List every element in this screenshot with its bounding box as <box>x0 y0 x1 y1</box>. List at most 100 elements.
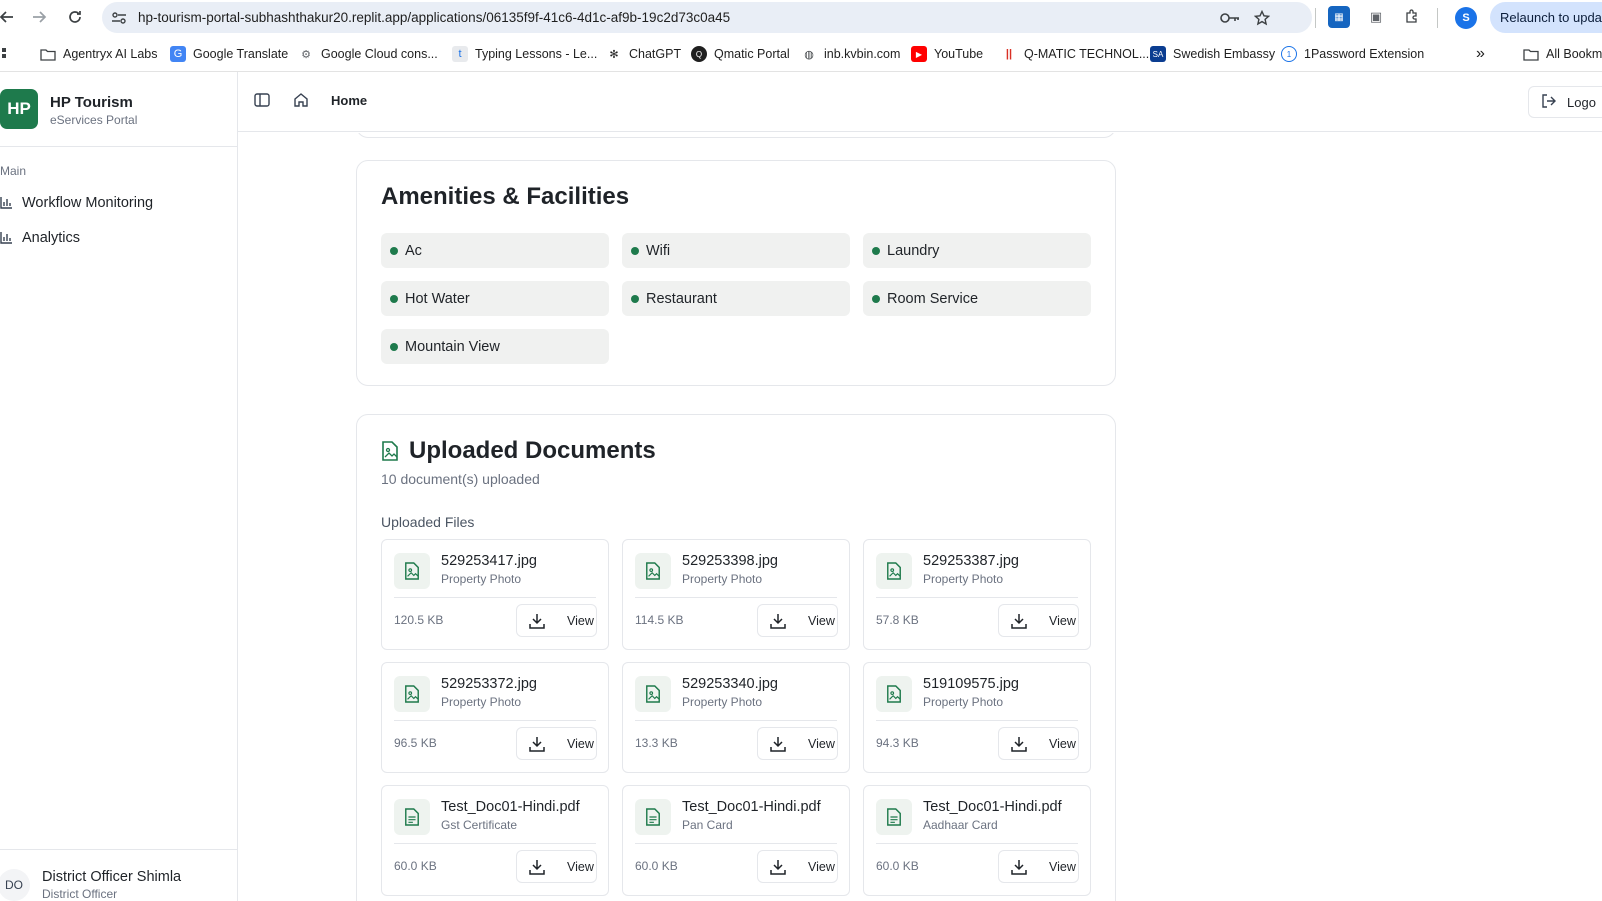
sidebar-section-label: Main <box>0 164 27 178</box>
file-card: 529253417.jpg Property Photo 120.5 KB View <box>381 539 609 650</box>
logout-icon <box>1541 93 1557 112</box>
previous-card <box>356 133 1116 138</box>
all-bookmarks-button[interactable]: All Bookm <box>1523 45 1602 63</box>
app-header: Home Logo <box>238 72 1602 132</box>
bullet-dot <box>631 295 639 303</box>
file-size: 60.0 KB <box>635 859 678 873</box>
bookmark-google-cloud[interactable]: ⚙ Google Cloud cons... <box>298 45 438 63</box>
logout-button[interactable]: Logo <box>1528 86 1602 118</box>
extension-screen-icon[interactable]: ▣ <box>1365 6 1387 28</box>
file-size: 57.8 KB <box>876 613 919 627</box>
amenities-title: Amenities & Facilities <box>381 183 630 210</box>
main-content: Amenities & Facilities Ac Wifi Laundry H… <box>238 133 1602 901</box>
uploaded-files-label: Uploaded Files <box>381 514 475 530</box>
bookmark-1password[interactable]: 1 1Password Extension <box>1281 45 1424 63</box>
view-button[interactable]: View <box>516 727 597 760</box>
bullet-dot <box>872 295 880 303</box>
document-file-icon <box>635 799 671 835</box>
file-name: 529253387.jpg <box>923 553 1019 569</box>
bookmark-youtube[interactable]: ▶ YouTube <box>911 45 983 63</box>
view-button[interactable]: View <box>998 727 1079 760</box>
profile-avatar[interactable]: S <box>1455 7 1477 29</box>
extension-cart-icon[interactable]: ▦ <box>1328 6 1350 28</box>
reload-icon[interactable] <box>60 2 90 32</box>
back-arrow-icon[interactable] <box>0 2 22 32</box>
apps-grid-icon[interactable] <box>0 45 8 63</box>
home-icon[interactable] <box>293 92 311 110</box>
view-label: View <box>1049 736 1076 751</box>
bookmark-chatgpt[interactable]: ✻ ChatGPT <box>606 45 681 63</box>
bookmark-star-icon[interactable] <box>1252 8 1272 28</box>
password-key-icon[interactable] <box>1220 8 1240 28</box>
view-button[interactable]: View <box>998 850 1079 883</box>
view-label: View <box>808 859 835 874</box>
view-button[interactable]: View <box>998 604 1079 637</box>
breadcrumb[interactable]: Home <box>331 93 367 108</box>
relaunch-button[interactable]: Relaunch to update <box>1490 2 1602 33</box>
image-file-icon <box>635 676 671 712</box>
view-button[interactable]: View <box>757 727 838 760</box>
file-size: 13.3 KB <box>635 736 678 750</box>
avatar[interactable]: DO <box>0 869 30 901</box>
bookmark-typing-lessons[interactable]: t Typing Lessons - Le... <box>452 45 597 63</box>
amenity-label: Wifi <box>646 242 671 259</box>
view-button[interactable]: View <box>516 850 597 883</box>
bar-chart-icon <box>0 197 14 209</box>
sidebar-item-workflow-monitoring[interactable]: Workflow Monitoring <box>0 189 230 217</box>
translate-icon: G <box>170 46 186 62</box>
folder-icon <box>1523 46 1539 62</box>
sidebar-item-analytics[interactable]: Analytics <box>0 224 230 252</box>
file-type: Property Photo <box>441 695 522 709</box>
bookmark-label: Qmatic Portal <box>714 47 790 61</box>
view-button[interactable]: View <box>757 850 838 883</box>
view-button[interactable]: View <box>516 604 597 637</box>
divider <box>0 849 238 850</box>
bookmark-label: Google Translate <box>193 47 289 61</box>
file-name: Test_Doc01-Hindi.pdf <box>441 799 580 815</box>
bookmark-label: Google Cloud cons... <box>321 47 438 61</box>
download-icon <box>1011 859 1038 875</box>
qmatic-tech-icon: || <box>1005 48 1013 60</box>
divider <box>635 843 837 844</box>
extensions-puzzle-icon[interactable] <box>1401 6 1423 28</box>
image-file-icon <box>381 441 401 463</box>
documents-title: Uploaded Documents <box>409 437 656 464</box>
view-button[interactable]: View <box>757 604 838 637</box>
file-size: 120.5 KB <box>394 613 444 627</box>
typing-icon: t <box>452 46 468 62</box>
divider <box>394 597 596 598</box>
bookmark-agentryx[interactable]: Agentryx AI Labs <box>40 45 158 63</box>
view-label: View <box>567 736 594 751</box>
divider <box>876 843 1078 844</box>
bookmark-label: inb.kvbin.com <box>824 47 901 61</box>
file-card: 529253340.jpg Property Photo 13.3 KB View <box>622 662 850 773</box>
bookmarks-overflow-button[interactable]: » <box>1476 45 1485 63</box>
bookmark-qmatic-tech[interactable]: || Q-MATIC TECHNOL... <box>1001 45 1149 63</box>
sidebar-item-label: Workflow Monitoring <box>22 195 154 211</box>
url-text: hp-tourism-portal-subhashthakur20.replit… <box>138 10 731 25</box>
divider <box>394 720 596 721</box>
divider <box>0 146 238 147</box>
sidebar-toggle-icon[interactable] <box>254 92 272 110</box>
forward-arrow-icon[interactable] <box>24 2 54 32</box>
site-info-icon[interactable] <box>110 9 128 27</box>
bookmark-swedish-embassy[interactable]: SA Swedish Embassy <box>1150 45 1275 63</box>
bullet-dot <box>631 247 639 255</box>
file-type: Gst Certificate <box>441 818 518 832</box>
qmatic-icon: Q <box>691 46 707 62</box>
file-type: Property Photo <box>441 572 522 586</box>
bookmark-label: Swedish Embassy <box>1173 47 1276 61</box>
file-card: 519109575.jpg Property Photo 94.3 KB View <box>863 662 1091 773</box>
bookmark-google-translate[interactable]: G Google Translate <box>170 45 288 63</box>
file-card: 529253372.jpg Property Photo 96.5 KB View <box>381 662 609 773</box>
amenity-label: Hot Water <box>405 290 470 307</box>
user-name: District Officer Shimla <box>42 869 182 885</box>
bookmark-qmatic-portal[interactable]: Q Qmatic Portal <box>691 45 790 63</box>
file-card: 529253398.jpg Property Photo 114.5 KB View <box>622 539 850 650</box>
bar-chart-icon <box>0 232 14 244</box>
bookmark-label: Typing Lessons - Le... <box>475 47 598 61</box>
bookmark-kvbin[interactable]: ◍ inb.kvbin.com <box>801 45 900 63</box>
download-icon <box>529 736 556 752</box>
globe-icon: ◍ <box>804 48 814 61</box>
address-bar[interactable]: hp-tourism-portal-subhashthakur20.replit… <box>102 2 1312 33</box>
